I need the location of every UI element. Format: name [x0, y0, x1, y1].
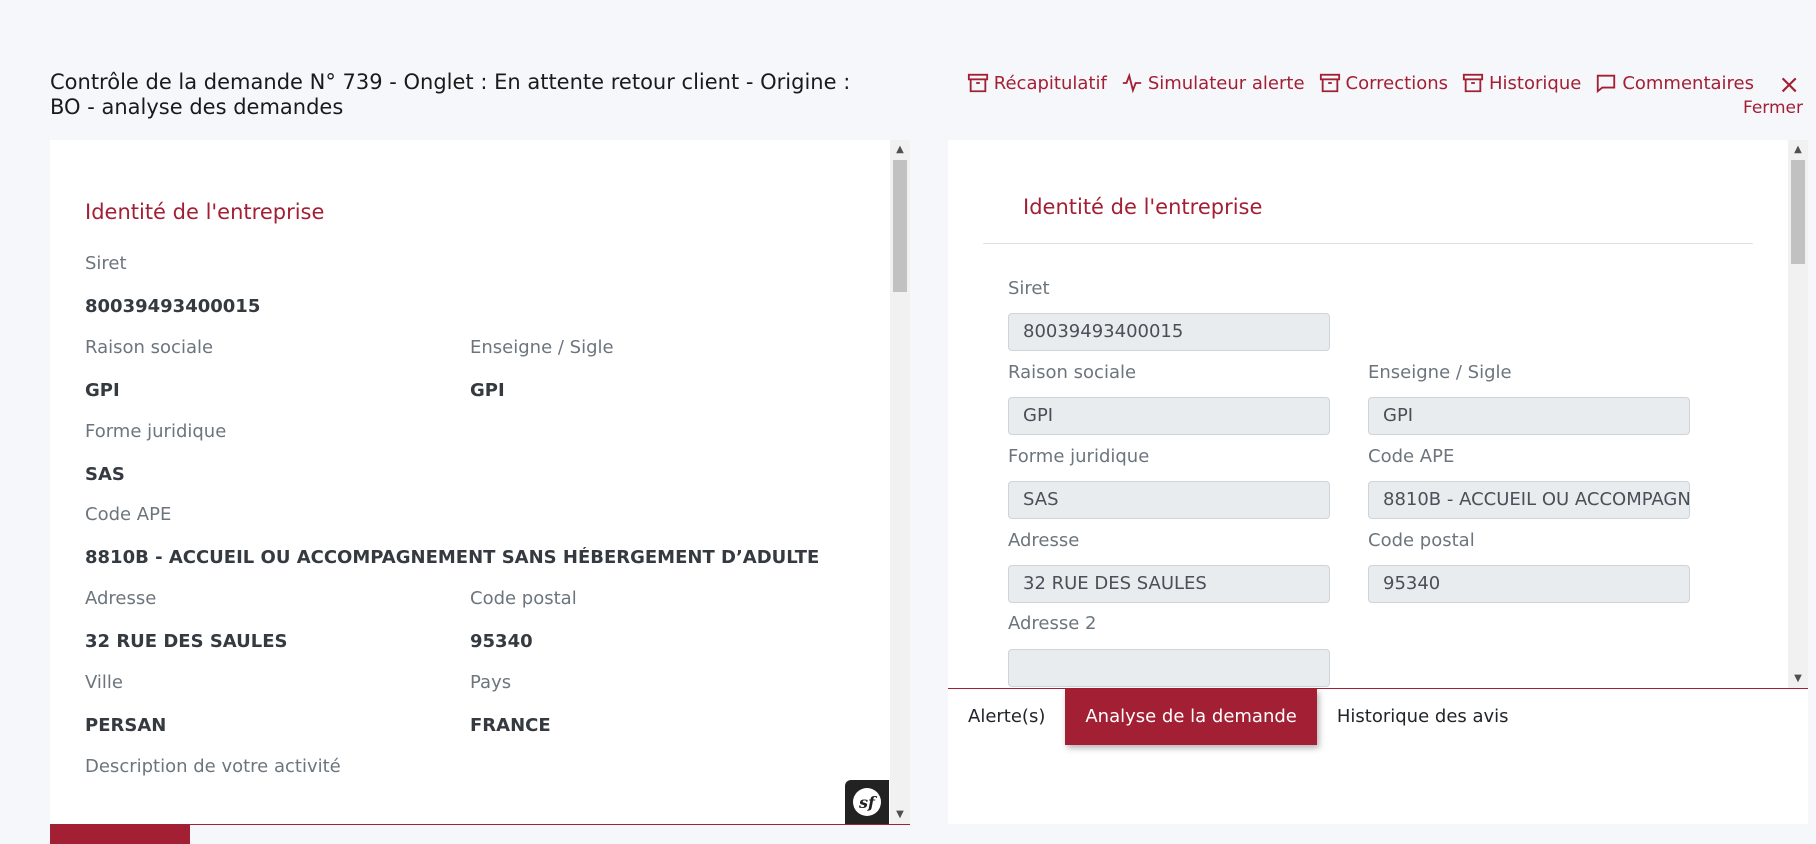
close-icon: × — [1778, 70, 1800, 100]
left-active-tab[interactable] — [50, 825, 190, 844]
right-section-title: Identité de l'entreprise — [1023, 195, 1263, 219]
scroll-down-icon[interactable]: ▼ — [890, 809, 910, 820]
pays-value: FRANCE — [470, 715, 551, 736]
archive-icon — [967, 73, 988, 93]
forme-juridique-value: SAS — [85, 464, 125, 485]
code-postal-label: Code postal — [470, 588, 577, 609]
code-ape-field[interactable]: 8810B - ACCUEIL OU ACCOMPAGNEMENT SANS H… — [1368, 481, 1690, 519]
left-scrollbar[interactable]: ▲ ▼ — [890, 140, 910, 824]
adresse-label: Adresse — [85, 588, 157, 609]
description-label: Description de votre activité — [85, 756, 341, 777]
close-button[interactable]: × Fermer — [1740, 72, 1806, 118]
activity-icon — [1122, 72, 1141, 94]
left-scrollbar-thumb[interactable] — [893, 160, 907, 292]
recapitulatif-label: Récapitulatif — [993, 72, 1107, 94]
right-panel[interactable]: Identité de l'entreprise Siret 800394934… — [948, 140, 1808, 824]
scroll-up-icon[interactable]: ▲ — [890, 144, 910, 155]
commentaires-label: Commentaires — [1622, 72, 1754, 94]
right-form-area: Identité de l'entreprise Siret 800394934… — [948, 140, 1808, 688]
corrections-label: Corrections — [1345, 72, 1449, 94]
header-actions: Récapitulatif Simulateur alerte Correcti… — [967, 72, 1754, 94]
right-scrollbar[interactable]: ▲ ▼ — [1788, 140, 1808, 688]
pays-label: Pays — [470, 672, 512, 693]
left-panel[interactable]: Identité de l'entreprise Siret 800394934… — [50, 140, 910, 824]
enseigne-label: Enseigne / Sigle — [470, 337, 614, 358]
siret-field[interactable]: 80039493400015 — [1008, 313, 1330, 351]
symfony-toolbar-badge[interactable]: sf — [845, 780, 889, 824]
code-ape-value: 8810B - ACCUEIL OU ACCOMPAGNEMENT SANS H… — [85, 547, 818, 568]
adresse-label: Adresse — [1008, 530, 1080, 551]
siret-value: 80039493400015 — [85, 296, 261, 317]
scroll-up-icon[interactable]: ▲ — [1788, 144, 1808, 155]
comment-icon — [1597, 74, 1616, 94]
analysis-tabs: Alerte(s) Analyse de la demande Historiq… — [948, 689, 1808, 745]
code-ape-label: Code APE — [85, 504, 172, 525]
raison-sociale-label: Raison sociale — [85, 337, 214, 358]
code-postal-value: 95340 — [470, 631, 533, 652]
symfony-logo-icon: sf — [853, 788, 881, 816]
enseigne-field[interactable]: GPI — [1368, 397, 1690, 435]
code-ape-label: Code APE — [1368, 446, 1455, 467]
raison-sociale-value: GPI — [85, 380, 120, 401]
enseigne-value: GPI — [470, 380, 505, 401]
historique-label: Historique — [1489, 72, 1582, 94]
archive-icon — [1319, 73, 1340, 93]
ville-value: PERSAN — [85, 715, 167, 736]
corrections-button[interactable]: Corrections — [1319, 72, 1449, 94]
page-title: Contrôle de la demande N° 739 - Onglet :… — [50, 70, 851, 119]
adresse-2-label: Adresse 2 — [1008, 613, 1097, 634]
adresse-2-field[interactable] — [1008, 649, 1330, 687]
simulateur-alerte-label: Simulateur alerte — [1147, 72, 1305, 94]
archive-icon — [1462, 73, 1484, 93]
forme-juridique-label: Forme juridique — [85, 421, 227, 442]
enseigne-label: Enseigne / Sigle — [1368, 362, 1512, 383]
raison-sociale-field[interactable]: GPI — [1008, 397, 1330, 435]
recapitulatif-button[interactable]: Récapitulatif — [967, 72, 1107, 94]
adresse-field[interactable]: 32 RUE DES SAULES — [1008, 565, 1330, 603]
simulateur-alerte-button[interactable]: Simulateur alerte — [1121, 72, 1305, 94]
left-section-title: Identité de l'entreprise — [85, 200, 325, 224]
tab-analyse-de-la-demande[interactable]: Analyse de la demande — [1065, 689, 1317, 745]
historique-button[interactable]: Historique — [1462, 72, 1581, 94]
adresse-value: 32 RUE DES SAULES — [85, 631, 288, 652]
ville-label: Ville — [85, 672, 123, 693]
forme-juridique-field[interactable]: SAS — [1008, 481, 1330, 519]
close-label: Fermer — [1742, 98, 1803, 118]
scroll-down-icon[interactable]: ▼ — [1788, 673, 1808, 684]
forme-juridique-label: Forme juridique — [1008, 446, 1150, 467]
siret-label: Siret — [85, 253, 127, 274]
right-scrollbar-thumb[interactable] — [1791, 160, 1805, 264]
code-postal-label: Code postal — [1368, 530, 1475, 551]
raison-sociale-label: Raison sociale — [1008, 362, 1137, 383]
code-postal-field[interactable]: 95340 — [1368, 565, 1690, 603]
section-divider — [983, 243, 1753, 244]
tab-historique-des-avis[interactable]: Historique des avis — [1317, 689, 1529, 745]
siret-label: Siret — [1008, 278, 1050, 299]
commentaires-button[interactable]: Commentaires — [1595, 72, 1754, 94]
tab-alertes[interactable]: Alerte(s) — [948, 689, 1065, 745]
